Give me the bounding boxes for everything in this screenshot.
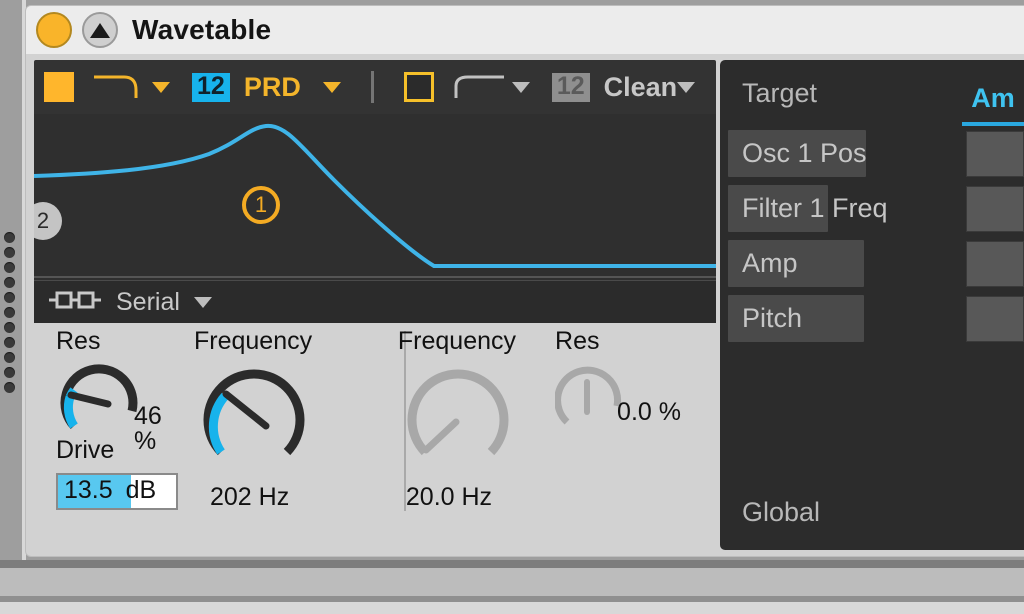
routing-chevron-down-icon[interactable] <box>193 296 212 308</box>
grip-dot <box>4 247 15 258</box>
res-2-label: Res <box>555 327 600 355</box>
frequency-label: Frequency <box>194 327 313 355</box>
filter-2-enable-toggle[interactable] <box>403 72 434 102</box>
global-label[interactable]: Global <box>742 497 820 528</box>
filter-section: 12 PRD 12 Clean 1 2 Serial Res 46 % Driv… <box>26 54 716 556</box>
filter-parameters-area: Res 46 % Drive 13.5 dB Frequency 202 Hz … <box>34 323 716 556</box>
lowpass-curve-icon[interactable] <box>92 70 148 105</box>
grip-dot <box>4 307 15 318</box>
serial-routing-icon <box>48 289 102 316</box>
grip-dot <box>4 367 15 378</box>
grip-dot <box>4 352 15 363</box>
table-row[interactable]: Pitch <box>720 291 1024 346</box>
toolbar-divider <box>370 71 374 103</box>
highpass-curve-icon[interactable] <box>452 70 508 105</box>
filter-1-frequency-group: Frequency 202 Hz <box>184 329 374 556</box>
drive-value-unit: dB <box>125 476 157 504</box>
table-row[interactable]: Amp <box>720 236 1024 291</box>
filter-1-marker[interactable]: 1 <box>242 186 280 224</box>
grip-dot <box>4 292 15 303</box>
grip-dot <box>4 232 15 243</box>
filter-1-shape-chevron-down-icon[interactable] <box>152 81 170 93</box>
bottom-strip-light <box>0 568 1024 596</box>
filter-1-enable-toggle[interactable] <box>44 72 74 102</box>
filter-2-frequency-group: Frequency 20.0 Hz <box>374 329 555 556</box>
filter-response-display[interactable]: 1 2 <box>34 114 716 280</box>
frequency-2-label: Frequency <box>397 327 517 355</box>
filter-2-circuit-chevron-down-icon[interactable] <box>677 81 696 93</box>
grip-dot <box>4 322 15 333</box>
amount-cell[interactable] <box>966 130 1024 177</box>
device-title-bar: Wavetable <box>26 6 1024 54</box>
page-title: Wavetable <box>132 14 272 45</box>
filter-2-res-group: Res 0.0 % <box>554 327 716 556</box>
modulation-matrix-section: Target Am Osc 1 Pos Filter 1 Freq Amp Pi… <box>716 54 1024 556</box>
drive-value-field[interactable]: 13.5 dB <box>56 473 178 510</box>
frequency-2-value[interactable]: 20.0 Hz <box>406 485 555 510</box>
res-value[interactable]: 46 % <box>134 404 184 454</box>
filter-response-curve <box>34 123 716 278</box>
filter-2-slope-badge[interactable]: 12 <box>551 72 590 102</box>
app-background: Wavetable 12 PRD 12 Clean 1 2 Serial Res… <box>0 0 1024 614</box>
grip-dot <box>4 337 15 348</box>
target-cell-label: Filter 1 Freq <box>742 193 888 223</box>
amount-cell[interactable] <box>966 185 1024 232</box>
target-cell-label: Pitch <box>742 303 803 333</box>
device-drag-grip[interactable] <box>0 0 22 560</box>
wavetable-device-panel: Wavetable 12 PRD 12 Clean 1 2 Serial Res… <box>26 6 1024 556</box>
target-cell-label: Osc 1 Pos <box>742 138 867 168</box>
filter-1-circuit-label[interactable]: PRD <box>244 73 301 101</box>
filter-toolbar: 12 PRD 12 Clean <box>34 60 716 114</box>
filter-1-circuit-chevron-down-icon[interactable] <box>322 81 341 93</box>
filter-1-slope-badge[interactable]: 12 <box>192 72 230 102</box>
grip-dot <box>4 277 15 288</box>
filter-2-shape-chevron-down-icon[interactable] <box>511 81 530 93</box>
routing-mode-label[interactable]: Serial <box>116 288 180 317</box>
target-cell[interactable]: Osc 1 Pos <box>720 126 962 181</box>
res-2-value[interactable]: 0.0 % <box>617 400 681 425</box>
filter-2-circuit-label[interactable]: Clean <box>604 73 678 101</box>
filter-routing-bar: Serial <box>34 280 716 323</box>
grip-dot <box>4 262 15 273</box>
grip-dot <box>4 382 15 393</box>
res-knob[interactable]: 46 % <box>56 364 184 454</box>
table-row[interactable]: Filter 1 Freq <box>720 181 1024 236</box>
frequency-knob[interactable] <box>194 364 374 479</box>
bottom-strip-pale <box>0 602 1024 614</box>
amount-cell[interactable] <box>966 240 1024 287</box>
target-cell[interactable]: Amp <box>720 236 962 291</box>
amount-cell[interactable] <box>966 295 1024 342</box>
res-label: Res <box>56 327 101 355</box>
target-column-header: Target <box>742 77 818 108</box>
power-circle-icon[interactable] <box>36 12 72 48</box>
target-cell[interactable]: Filter 1 Freq <box>720 181 962 236</box>
matrix-header-row: Target Am <box>720 60 1024 126</box>
drive-value-number: 13.5 <box>64 476 113 504</box>
table-row[interactable]: Osc 1 Pos <box>720 126 1024 181</box>
modulation-matrix: Target Am Osc 1 Pos Filter 1 Freq Amp Pi… <box>720 60 1024 550</box>
res-2-knob[interactable]: 0.0 % <box>554 364 716 436</box>
filter-1-res-group: Res 46 % Drive 13.5 dB <box>34 329 184 556</box>
bottom-strip-dark <box>0 560 1024 568</box>
frequency-value[interactable]: 202 Hz <box>210 485 374 510</box>
triangle-fold-icon[interactable] <box>82 12 118 48</box>
target-cell-label: Amp <box>742 248 798 278</box>
frequency-2-knob[interactable] <box>398 364 555 479</box>
amount-column-header[interactable]: Am <box>962 83 1024 126</box>
target-cell[interactable]: Pitch <box>720 291 962 346</box>
